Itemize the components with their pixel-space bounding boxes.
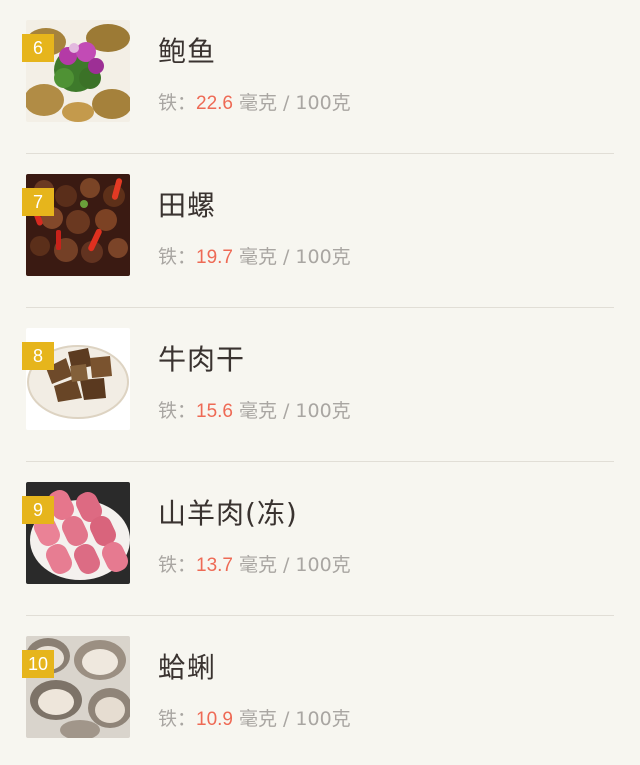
per-amount: 100克 — [295, 400, 351, 422]
iron-content: 铁：15.6 毫克/100克 — [158, 396, 351, 423]
iron-value: 15.6 — [196, 401, 233, 422]
iron-label: 铁： — [158, 92, 197, 114]
list-item[interactable]: 6 鲍鱼 铁：22.6 毫克/100克 — [0, 0, 640, 154]
iron-unit: 毫克 — [239, 708, 278, 730]
iron-label: 铁： — [158, 246, 197, 268]
rank-badge: 7 — [22, 188, 54, 216]
iron-unit: 毫克 — [239, 246, 278, 268]
iron-value: 22.6 — [196, 93, 233, 114]
iron-value: 19.7 — [196, 247, 233, 268]
iron-label: 铁： — [158, 708, 197, 730]
rank-badge: 10 — [22, 650, 54, 678]
list-item[interactable]: 9 山羊肉(冻) 铁：13.7 毫克/100克 — [0, 462, 640, 616]
separator: / — [283, 554, 290, 576]
list-item[interactable]: 10 蛤蜊 铁：10.9 毫克/100克 — [0, 616, 640, 765]
list-item[interactable]: 8 牛肉干 铁：15.6 毫克/100克 — [0, 308, 640, 462]
iron-food-list: 6 鲍鱼 铁：22.6 毫克/100克 7 田螺 铁：19.7 毫克 / 100… — [0, 0, 640, 765]
separator: / — [283, 708, 290, 730]
per-amount: 100克 — [295, 708, 351, 730]
iron-label: 铁： — [158, 554, 197, 576]
food-name: 牛肉干 — [158, 343, 246, 376]
iron-unit: 毫克 — [239, 554, 278, 576]
rank-badge: 6 — [22, 34, 54, 62]
food-name: 鲍鱼 — [158, 35, 217, 68]
iron-value: 13.7 — [196, 555, 233, 576]
iron-unit: 毫克 — [239, 400, 278, 422]
per-amount: 100克 — [295, 92, 351, 114]
separator: / — [283, 400, 290, 422]
iron-unit: 毫克 — [239, 92, 278, 114]
list-item[interactable]: 7 田螺 铁：19.7 毫克/100克 — [0, 154, 640, 308]
per-amount: 100克 — [295, 554, 351, 576]
iron-content: 铁：10.9 毫克/100克 — [158, 704, 351, 731]
separator: / — [283, 246, 290, 268]
per-amount: 100克 — [295, 246, 351, 268]
iron-content: 铁：22.6 毫克/100克 — [158, 88, 351, 115]
rank-badge: 9 — [22, 496, 54, 524]
iron-content: 铁：13.7 毫克/100克 — [158, 550, 351, 577]
separator: / — [283, 92, 290, 114]
iron-content: 铁：19.7 毫克/100克 — [158, 242, 351, 269]
food-name: 田螺 — [158, 189, 217, 222]
food-name: 山羊肉(冻) — [158, 497, 298, 530]
rank-badge: 8 — [22, 342, 54, 370]
iron-value: 10.9 — [196, 709, 233, 730]
iron-label: 铁： — [158, 400, 197, 422]
food-name: 蛤蜊 — [158, 651, 217, 684]
